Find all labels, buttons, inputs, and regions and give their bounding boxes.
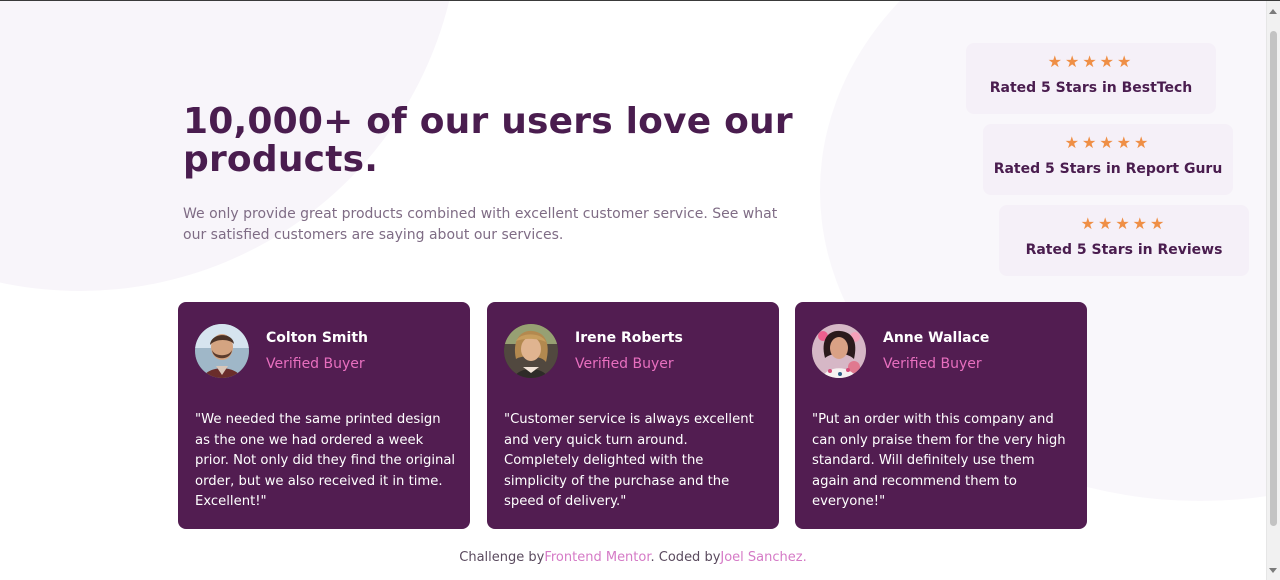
scroll-down-icon[interactable] <box>1269 568 1277 573</box>
rating-card-report-guru: ★★★★★ Rated 5 Stars in Report Guru <box>983 124 1233 195</box>
reviewer-info: Anne Wallace Verified Buyer <box>883 329 1073 373</box>
vertical-scrollbar[interactable] <box>1266 1 1280 580</box>
hero-section: 10,000+ of our users love our products. … <box>183 103 803 246</box>
reviewer-name: Anne Wallace <box>883 330 990 346</box>
rating-card-reviews: ★★★★★ Rated 5 Stars in Reviews <box>999 205 1249 276</box>
author-link-suffix[interactable]: . <box>803 550 807 565</box>
testimonial-card-colton-smith: Colton Smith Verified Buyer "We needed t… <box>178 302 470 529</box>
testimonial-quote: "We needed the same printed design as th… <box>195 412 456 510</box>
verified-buyer-label: Verified Buyer <box>575 356 674 372</box>
scrollbar-thumb[interactable] <box>1270 31 1277 526</box>
rating-label: Rated 5 Stars in BestTech <box>989 80 1193 96</box>
ratings-list: ★★★★★ Rated 5 Stars in BestTech ★★★★★ Ra… <box>966 43 1256 283</box>
avatar <box>504 324 558 378</box>
testimonial-card-anne-wallace: Anne Wallace Verified Buyer "Put an orde… <box>795 302 1087 529</box>
rating-label: Rated 5 Stars in Report Guru <box>993 161 1223 177</box>
testimonials-list: Colton Smith Verified Buyer "We needed t… <box>178 302 1088 530</box>
star-rating: ★★★★★ <box>1080 214 1168 233</box>
page: 10,000+ of our users love our products. … <box>0 0 1280 580</box>
avatar <box>812 324 866 378</box>
star-rating: ★★★★★ <box>1047 52 1135 71</box>
page-title: 10,000+ of our users love our products. <box>183 101 793 180</box>
reviewer-info: Irene Roberts Verified Buyer <box>575 329 765 373</box>
hero-description: We only provide great products combined … <box>183 206 778 243</box>
rating-card-besttech: ★★★★★ Rated 5 Stars in BestTech <box>966 43 1216 114</box>
challenge-prefix: Challenge by <box>459 550 545 565</box>
avatar <box>195 324 249 378</box>
reviewer-name: Irene Roberts <box>575 330 683 346</box>
scroll-up-icon[interactable] <box>1269 9 1277 14</box>
testimonial-card-irene-roberts: Irene Roberts Verified Buyer "Customer s… <box>487 302 779 529</box>
rating-label: Rated 5 Stars in Reviews <box>1025 242 1223 258</box>
attribution-footer: Challenge byFrontend Mentor. Coded byJoe… <box>0 550 1266 566</box>
author-link[interactable]: Joel Sanchez <box>720 550 802 565</box>
testimonial-quote: "Put an order with this company and can … <box>812 412 1066 510</box>
star-rating: ★★★★★ <box>1064 133 1152 152</box>
reviewer-info: Colton Smith Verified Buyer <box>266 329 456 373</box>
reviewer-name: Colton Smith <box>266 330 368 346</box>
frontend-mentor-link[interactable]: Frontend Mentor <box>544 550 650 565</box>
verified-buyer-label: Verified Buyer <box>266 356 365 372</box>
verified-buyer-label: Verified Buyer <box>883 356 982 372</box>
coded-by-separator: . Coded by <box>650 550 721 565</box>
testimonial-quote: "Customer service is always excellent an… <box>504 412 754 510</box>
